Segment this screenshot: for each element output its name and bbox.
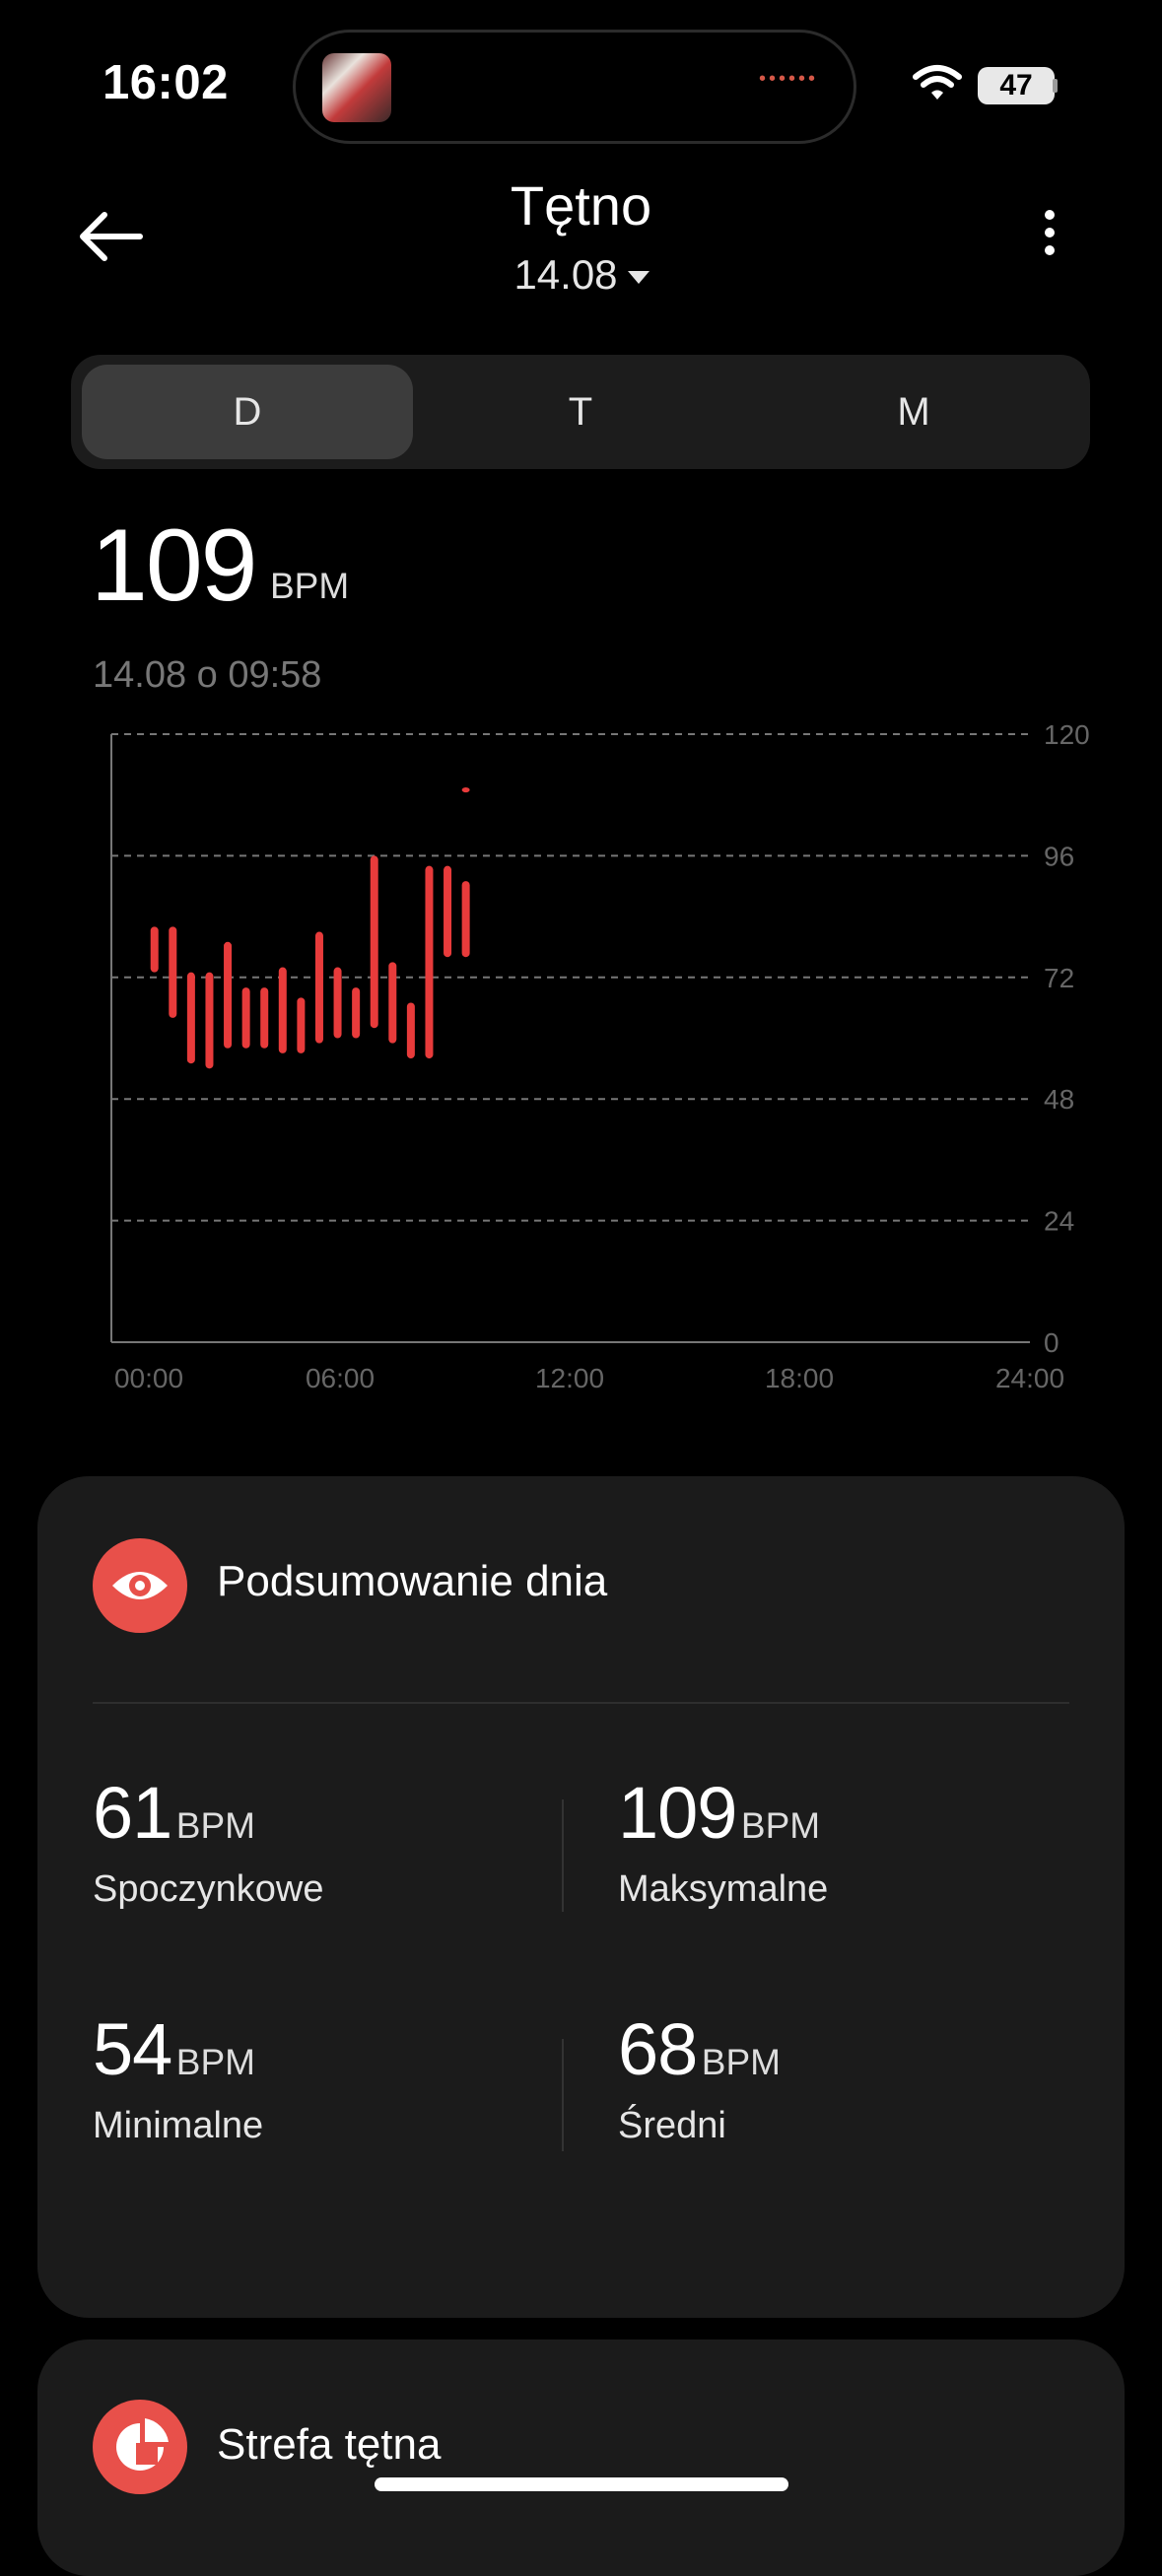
hr-range-bar <box>186 972 195 1064</box>
min-label: Minimalne <box>93 2105 264 2146</box>
hr-range-bar <box>461 881 470 958</box>
tab-day[interactable]: D <box>82 365 413 459</box>
hr-range-bar <box>425 865 434 1059</box>
divider <box>93 1702 1069 1704</box>
y-tick-label: 96 <box>1044 841 1074 871</box>
caret-down-icon <box>627 271 649 285</box>
tab-month[interactable]: M <box>748 365 1079 459</box>
wifi-icon <box>913 65 962 100</box>
min-stat: 54 BPM <box>93 2007 255 2091</box>
heart-rate-chart[interactable]: 120 96 72 48 24 0 00:00 06:00 12:00 18:00 24:00 <box>0 710 1162 1399</box>
date-selector[interactable]: 14.08 <box>483 251 680 310</box>
current-bpm-unit: BPM <box>270 566 350 606</box>
x-tick-label: 06:00 <box>306 1363 375 1393</box>
max-unit: BPM <box>740 1805 821 1846</box>
avg-value: 68 <box>618 2008 698 2090</box>
max-label: Maksymalne <box>618 1868 829 1910</box>
date-label: 14.08 <box>513 251 618 298</box>
heart-rate-zone-card[interactable] <box>37 2339 1125 2576</box>
x-tick-label: 18:00 <box>765 1363 834 1393</box>
hr-range-bar <box>297 997 306 1053</box>
hr-range-bar <box>150 926 159 973</box>
y-tick-label: 24 <box>1044 1206 1074 1237</box>
period-tabs: D T M <box>71 355 1090 469</box>
hr-range-bar <box>241 987 250 1049</box>
avg-stat: 68 BPM <box>618 2007 781 2091</box>
audio-activity-icon: •••••• <box>759 68 819 90</box>
hr-range-bar <box>444 865 452 958</box>
hr-range-bar <box>406 1002 415 1059</box>
divider <box>562 2039 564 2151</box>
page-title: Tętno <box>510 174 652 237</box>
max-value: 109 <box>618 1772 737 1854</box>
status-time: 16:02 <box>103 56 229 109</box>
summary-title: Podsumowanie dnia <box>217 1557 608 1605</box>
tab-week[interactable]: T <box>415 365 746 459</box>
hr-range-bar <box>169 926 177 1018</box>
min-unit: BPM <box>175 2042 255 2082</box>
hr-range-bar <box>314 931 323 1044</box>
hr-range-bar <box>370 855 378 1029</box>
now-playing-thumbnail <box>322 53 391 122</box>
eye-icon <box>93 1538 187 1633</box>
resting-value: 61 <box>93 1772 172 1854</box>
avg-unit: BPM <box>701 2042 781 2082</box>
hr-range-bar <box>352 987 361 1039</box>
y-tick-label: 72 <box>1044 963 1074 993</box>
current-bpm-value: 109 <box>91 508 258 623</box>
x-tick-label: 24:00 <box>995 1363 1064 1393</box>
battery-tip <box>1053 79 1058 93</box>
min-value: 54 <box>93 2008 172 2090</box>
battery-indicator: 47 <box>978 67 1055 104</box>
pie-chart-icon <box>93 2400 187 2494</box>
resting-unit: BPM <box>175 1805 255 1846</box>
hr-range-bar <box>278 967 287 1053</box>
home-indicator[interactable] <box>375 2477 788 2491</box>
hr-range-bar <box>260 987 269 1049</box>
x-tick-label: 00:00 <box>114 1363 183 1393</box>
hr-range-bar <box>461 786 470 793</box>
zone-title: Strefa tętna <box>217 2420 442 2469</box>
hr-range-bar <box>333 967 342 1039</box>
y-tick-label: 48 <box>1044 1084 1074 1115</box>
reading-timestamp: 14.08 o 09:58 <box>93 654 322 696</box>
y-tick-label: 120 <box>1044 719 1090 750</box>
avg-label: Średni <box>618 2105 726 2146</box>
divider <box>562 1799 564 1912</box>
x-tick-label: 12:00 <box>535 1363 604 1393</box>
y-tick-label: 0 <box>1044 1327 1059 1358</box>
resting-stat: 61 BPM <box>93 1771 255 1855</box>
hr-range-bar <box>205 972 214 1069</box>
hr-range-bar <box>224 941 233 1049</box>
resting-label: Spoczynkowe <box>93 1868 324 1910</box>
hr-range-bar <box>388 962 397 1044</box>
more-vertical-icon[interactable] <box>1025 202 1074 271</box>
max-stat: 109 BPM <box>618 1771 820 1855</box>
